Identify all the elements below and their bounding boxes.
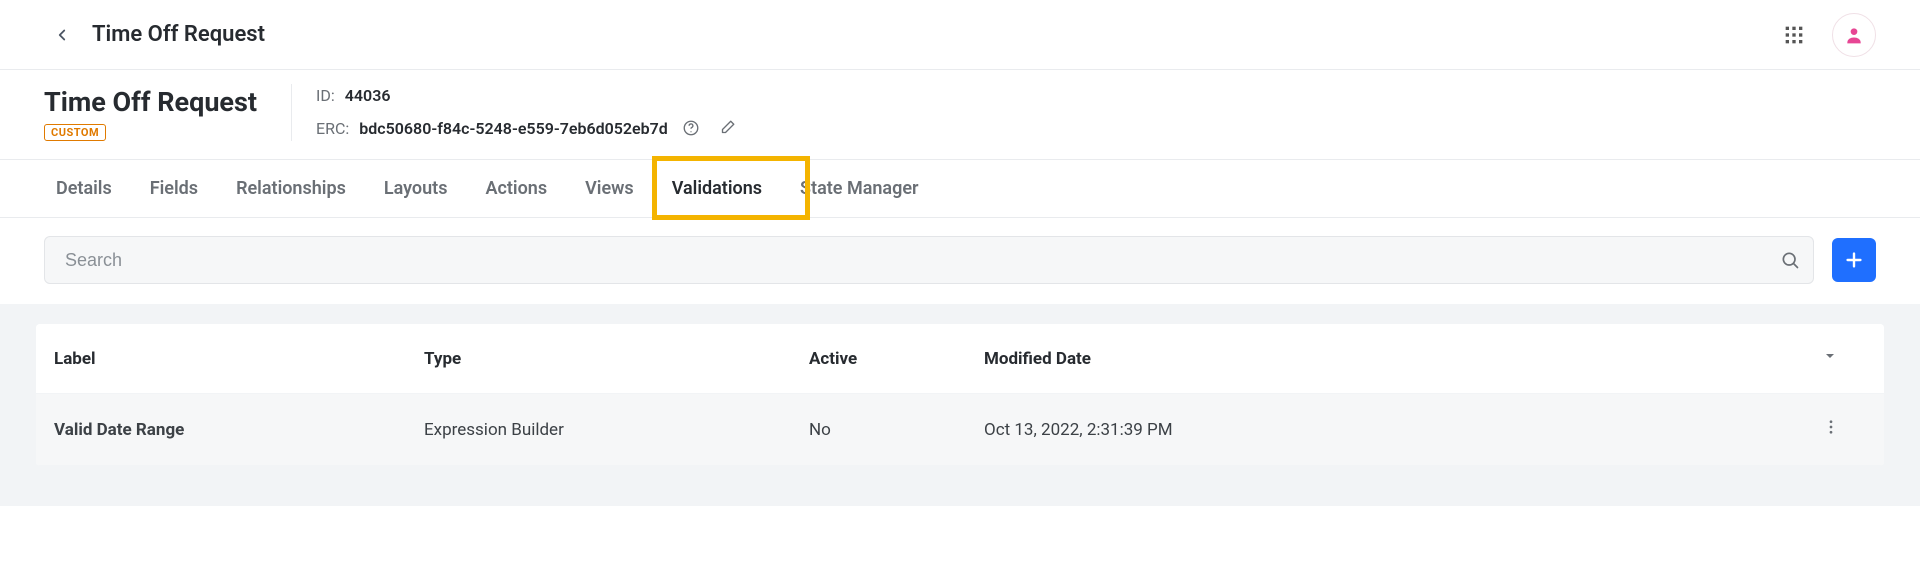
col-header-type[interactable]: Type [406, 324, 791, 394]
table-row[interactable]: Valid Date Range Expression Builder No O… [36, 394, 1884, 466]
id-label: ID: [316, 86, 335, 105]
object-header-right: ID: 44036 ERC: bdc50680-f84c-5248-e559-7… [291, 84, 740, 141]
tabs: Details Fields Relationships Layouts Act… [0, 160, 1920, 218]
apps-button[interactable] [1776, 17, 1812, 53]
tab-layouts[interactable]: Layouts [384, 160, 448, 217]
search-input[interactable] [44, 236, 1814, 284]
erc-help-button[interactable] [678, 115, 704, 141]
col-header-menu [1804, 324, 1884, 394]
object-header: Time Off Request CUSTOM ID: 44036 ERC: b… [0, 70, 1920, 160]
object-header-left: Time Off Request CUSTOM [44, 84, 281, 141]
tab-state-manager[interactable]: State Manager [800, 160, 918, 217]
tab-actions[interactable]: Actions [485, 160, 547, 217]
page-title: Time Off Request [92, 22, 265, 47]
id-line: ID: 44036 [316, 86, 740, 105]
chevron-left-icon [53, 26, 71, 44]
more-vertical-icon [1822, 418, 1840, 436]
erc-line: ERC: bdc50680-f84c-5248-e559-7eb6d052eb7… [316, 115, 740, 141]
add-button[interactable] [1832, 238, 1876, 282]
table-area: Label Type Active Modified Date Valid Da… [0, 304, 1920, 506]
tab-details[interactable]: Details [56, 160, 112, 217]
table-header-row: Label Type Active Modified Date [36, 324, 1884, 394]
cell-type: Expression Builder [406, 394, 791, 466]
col-header-label[interactable]: Label [36, 324, 406, 394]
grid-icon [1784, 25, 1804, 45]
columns-menu-button[interactable] [1822, 348, 1838, 364]
cell-modified: Oct 13, 2022, 2:31:39 PM [966, 394, 1804, 466]
col-header-active[interactable]: Active [791, 324, 966, 394]
object-name: Time Off Request [44, 86, 257, 118]
back-button[interactable] [48, 21, 76, 49]
plus-icon [1843, 249, 1865, 271]
user-icon [1844, 25, 1864, 45]
erc-edit-button[interactable] [714, 115, 740, 141]
cell-active: No [791, 394, 966, 466]
help-circle-icon [682, 119, 700, 137]
pencil-icon [718, 119, 736, 137]
caret-down-icon [1822, 348, 1838, 364]
cell-label: Valid Date Range [36, 394, 406, 466]
tab-relationships[interactable]: Relationships [236, 160, 346, 217]
validations-table: Label Type Active Modified Date Valid Da… [36, 324, 1884, 466]
row-actions-button[interactable] [1822, 418, 1840, 436]
id-value: 44036 [345, 86, 391, 105]
tab-views[interactable]: Views [585, 160, 634, 217]
avatar-button[interactable] [1832, 13, 1876, 57]
erc-label: ERC: [316, 119, 349, 138]
toolbar [0, 218, 1920, 284]
topbar: Time Off Request [0, 0, 1920, 70]
search-wrap [44, 236, 1814, 284]
col-header-modified[interactable]: Modified Date [966, 324, 1804, 394]
tab-fields[interactable]: Fields [150, 160, 198, 217]
tab-validations[interactable]: Validations [672, 160, 762, 217]
custom-badge: CUSTOM [44, 124, 106, 141]
cell-actions [1804, 394, 1884, 466]
erc-value: bdc50680-f84c-5248-e559-7eb6d052eb7d [359, 119, 668, 138]
